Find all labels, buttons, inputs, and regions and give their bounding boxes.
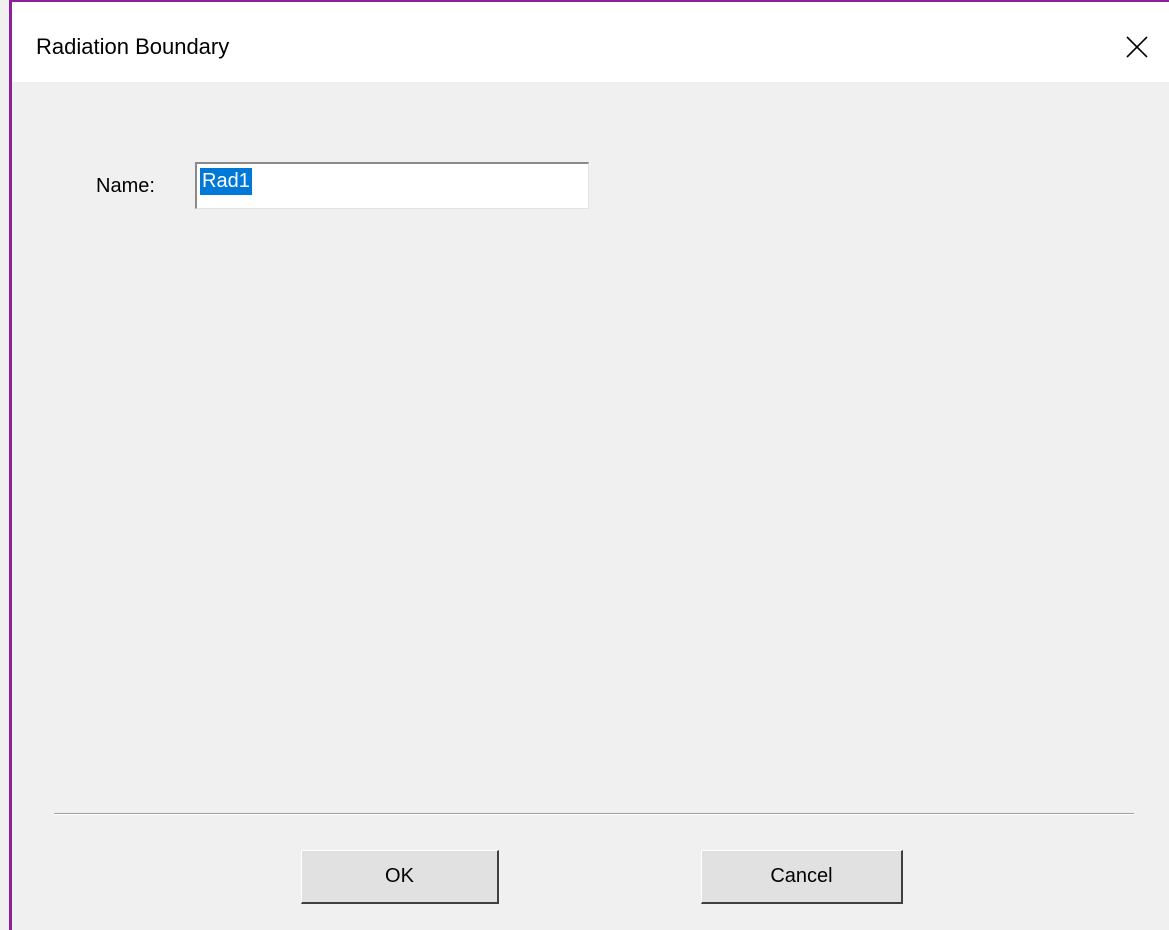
name-input-selected-text: Rad1 xyxy=(200,168,252,195)
window-left-border xyxy=(9,0,12,930)
footer-separator xyxy=(54,813,1134,815)
dialog-window: Radiation Boundary Name: Rad1 OK Cancel xyxy=(0,0,1169,930)
close-button[interactable] xyxy=(1109,2,1169,82)
name-input[interactable]: Rad1 xyxy=(195,162,589,209)
ok-button[interactable]: OK xyxy=(301,850,499,904)
title-bar[interactable]: Radiation Boundary xyxy=(12,2,1169,82)
name-label: Name: xyxy=(96,175,155,197)
close-icon xyxy=(1126,36,1148,58)
dialog-title: Radiation Boundary xyxy=(36,34,230,59)
cancel-button[interactable]: Cancel xyxy=(701,850,903,904)
